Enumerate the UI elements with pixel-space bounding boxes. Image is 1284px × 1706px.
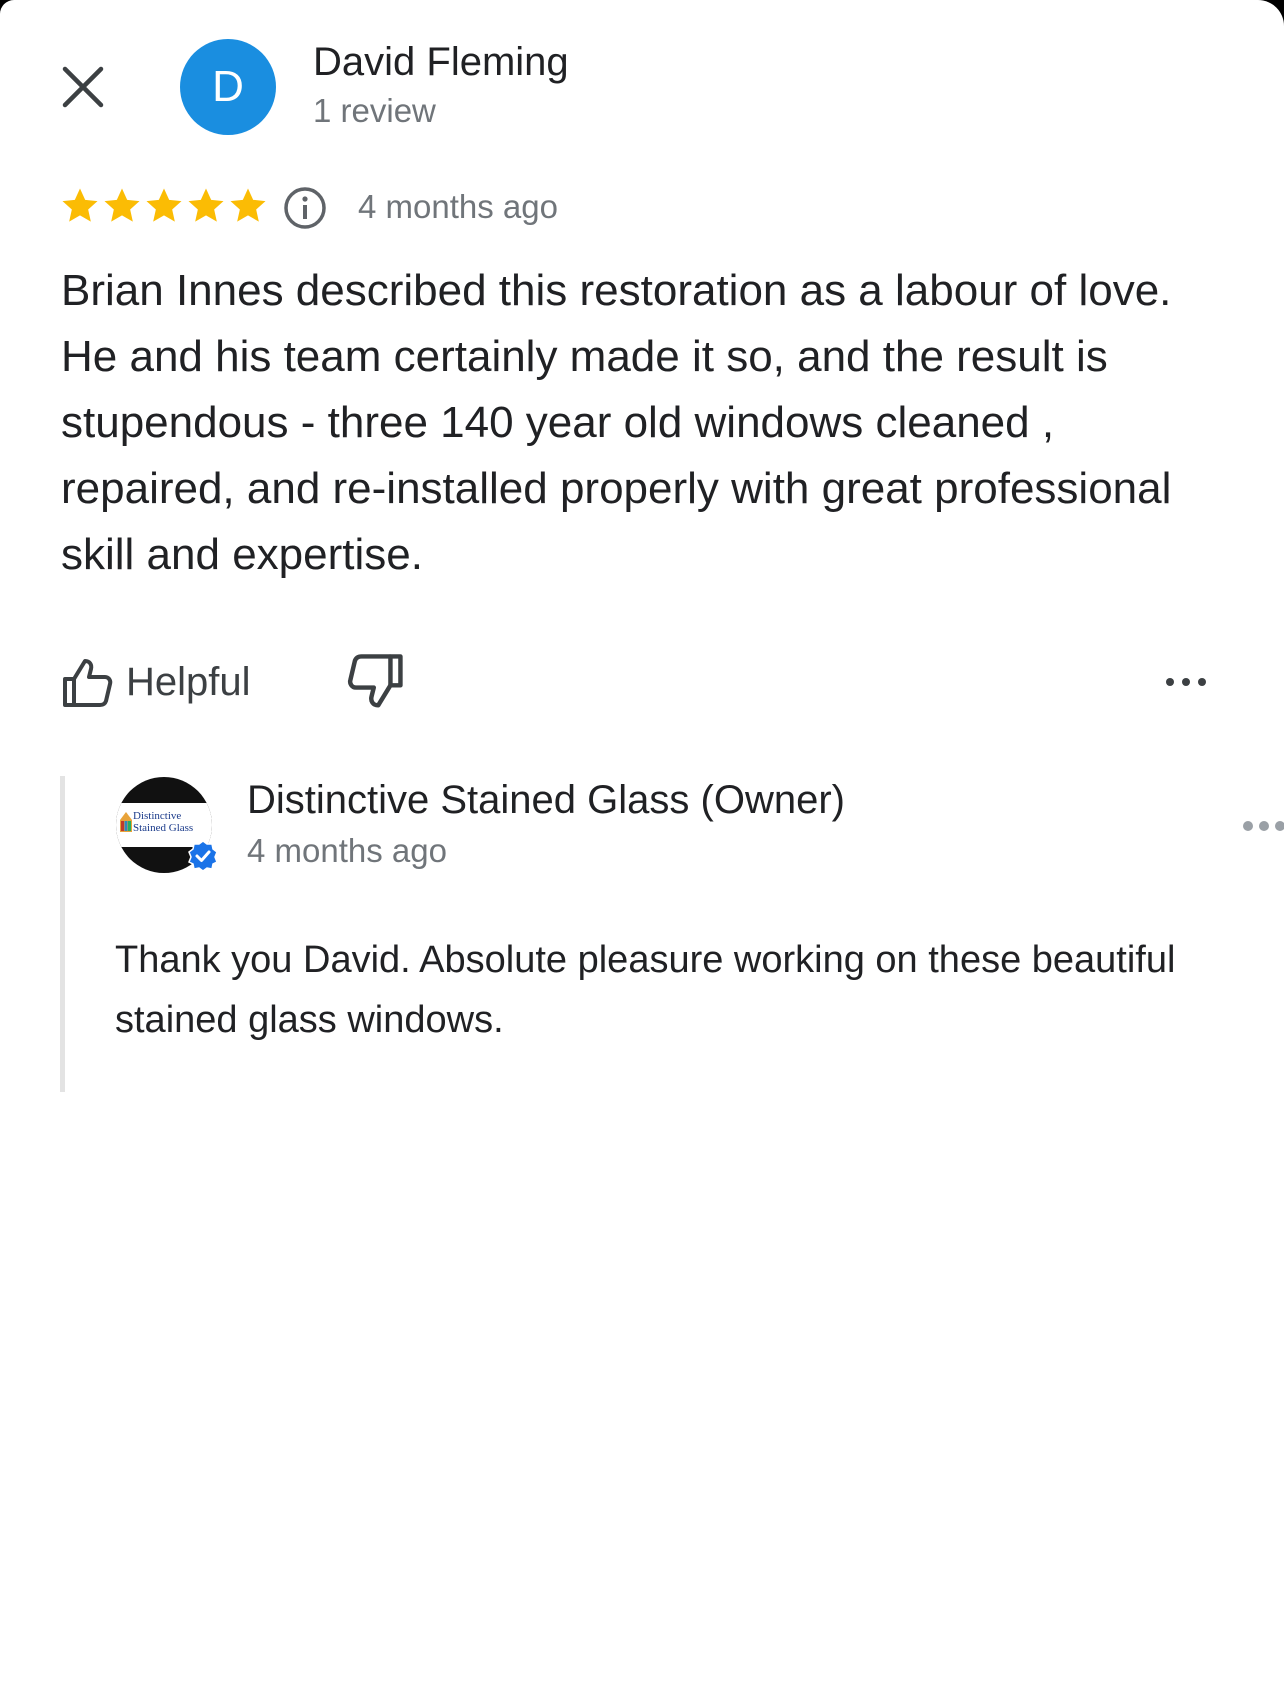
verified-badge-icon (188, 840, 218, 872)
close-button[interactable] (52, 56, 114, 118)
reviewer-avatar[interactable]: D (180, 39, 276, 135)
logo-text-line2: Stained Glass (133, 822, 194, 834)
more-options-icon[interactable] (1162, 664, 1210, 700)
stained-glass-window-icon (120, 812, 132, 832)
star-rating (60, 186, 268, 226)
avatar-letter: D (212, 62, 244, 111)
thumbs-down-icon[interactable] (346, 652, 406, 712)
star-icon (62, 188, 98, 222)
owner-name[interactable]: Distinctive Stained Glass (Owner) (247, 778, 845, 823)
reviewer-review-count: 1 review (313, 92, 436, 129)
thumbs-up-icon (63, 659, 113, 707)
info-icon[interactable] (282, 185, 328, 231)
review-text: Brian Innes described this restoration a… (61, 266, 1196, 579)
star-icon (146, 188, 182, 222)
star-icon (188, 188, 224, 222)
reply-divider (60, 776, 65, 1092)
owner-reply-date: 4 months ago (247, 832, 447, 869)
helpful-button[interactable]: Helpful (60, 650, 251, 714)
owner-logo-text: Distinctive Stained Glass (133, 810, 193, 834)
close-icon (62, 66, 104, 108)
logo-text-line1: Distinctive (133, 810, 182, 822)
star-icon (104, 188, 140, 222)
helpful-label: Helpful (126, 659, 251, 704)
review-sheet: D David Fleming 1 review 4 months ago Br… (0, 0, 1284, 1706)
reply-more-options-icon[interactable] (1240, 814, 1284, 838)
owner-reply-text: Thank you David. Absolute pleasure worki… (115, 939, 1176, 1041)
review-date: 4 months ago (358, 188, 558, 225)
reviewer-name[interactable]: David Fleming (313, 40, 569, 85)
star-icon (230, 188, 266, 222)
